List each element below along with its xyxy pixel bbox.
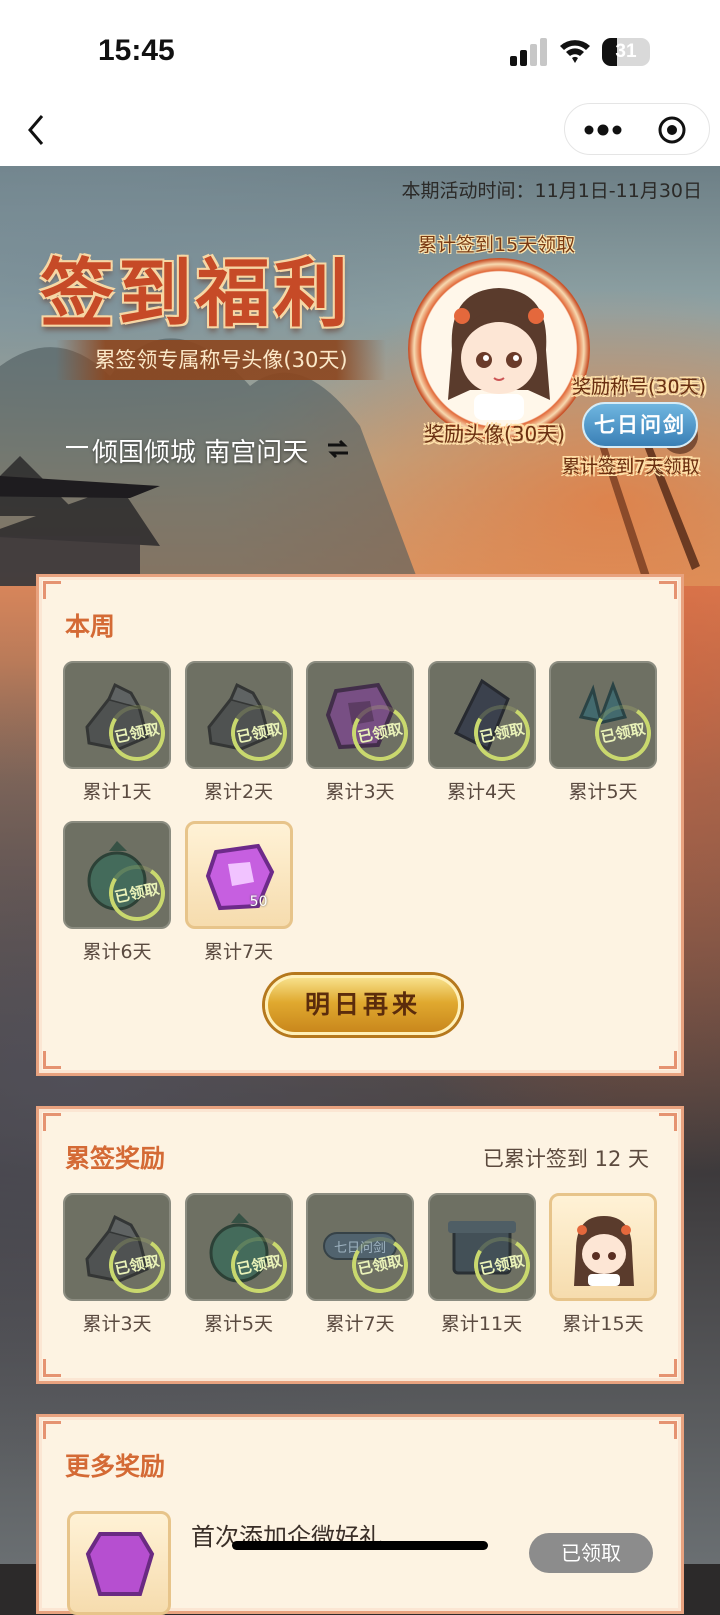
reward-label: 累计1天 — [82, 781, 152, 803]
more-icon[interactable] — [583, 118, 623, 142]
wifi-icon — [560, 40, 590, 63]
reward-tile: 已领取 — [184, 661, 293, 769]
reward-item[interactable]: 50 累计7天 — [184, 821, 293, 964]
reward-item[interactable]: 已领取累计3天 — [63, 1193, 171, 1336]
title-tag: 奖励称号(30天) — [572, 376, 707, 398]
card-corner — [659, 1113, 677, 1131]
home-indicator — [232, 1541, 488, 1550]
hero-subtitle: 累签领专属称号头像(30天) — [56, 340, 386, 380]
reward-tile — [549, 1193, 657, 1301]
reward-tile: 已领取 — [306, 661, 414, 769]
battery-icon: 31 — [602, 38, 650, 66]
card-corner — [659, 1051, 677, 1069]
hero-banner: 本期活动时间：11月1日-11月30日 签到福利 累签领专属称号头像(30天) … — [0, 166, 720, 586]
divider — [66, 446, 88, 448]
card-corner — [43, 581, 61, 599]
more-rewards-title: 更多奖励 — [65, 1452, 166, 1481]
reward-item[interactable]: 已领取累计3天 — [306, 661, 414, 804]
reward-label: 累计3天 — [82, 1313, 152, 1335]
reward-label: 累计6天 — [82, 941, 152, 963]
avatar-caption: 累计签到15天领取 — [418, 234, 576, 256]
reward-item[interactable]: 已领取累计11天 — [427, 1193, 536, 1336]
card-corner — [43, 1421, 61, 1439]
hero-title: 签到福利 — [40, 251, 352, 337]
swap-icon[interactable] — [326, 438, 350, 460]
reward-item[interactable]: 累计15天 — [549, 1193, 657, 1336]
reward-tile: 50 — [184, 821, 293, 929]
reward-item[interactable]: 已领取累计5天 — [549, 661, 657, 804]
reward-tile: 已领取 — [427, 661, 536, 769]
reward-label: 累计4天 — [446, 781, 517, 803]
reward-tile: 已领取 — [549, 661, 657, 769]
reward-label: 累计7天 — [203, 941, 274, 963]
reward-label: 累计15天 — [562, 1313, 644, 1335]
reward-item[interactable]: 已领取累计2天 — [184, 661, 293, 804]
activity-period: 本期活动时间：11月1日-11月30日 — [401, 180, 702, 202]
signin-count: 已累计签到 12 天 — [482, 1147, 649, 1171]
avatar-tag: 奖励头像(30天) — [424, 422, 566, 446]
reward-avatar[interactable] — [408, 258, 590, 440]
weekly-card: 本周 已领取 累计1天 已领取 累计2天 已领取 累计3天 已领取 累计4天 已领取 累计5天 已领… — [36, 574, 684, 1076]
battery-text: 31 — [615, 41, 637, 62]
avatar-icon — [574, 1216, 634, 1286]
title-caption: 累计签到7天领取 — [562, 457, 700, 478]
card-corner — [659, 1359, 677, 1377]
purple-jade-icon — [85, 1532, 155, 1596]
card-corner — [43, 1113, 61, 1131]
card-corner — [43, 1359, 61, 1377]
title-badge[interactable]: 七日问剑 — [582, 402, 698, 448]
signal-icon — [510, 38, 547, 66]
reward-label: 累计3天 — [325, 781, 395, 803]
mini-program-capsule — [564, 103, 710, 155]
back-icon[interactable] — [22, 110, 52, 150]
item-quantity: 50 — [249, 894, 268, 910]
cumulative-card: 累签奖励 已累计签到 12 天 已领取 累计3天 已领取 累计5天 七日问剑 已领取 累计7… — [36, 1106, 684, 1384]
reward-item[interactable]: 七日问剑 已领取累计7天 — [306, 1193, 414, 1336]
wecom-gift-tile — [67, 1511, 171, 1615]
weekly-title: 本周 — [65, 612, 116, 641]
character-names: 倾国倾城 南宫问天 — [92, 438, 309, 468]
reward-label: 累计2天 — [203, 781, 274, 803]
reward-tile: 已领取 — [427, 1193, 536, 1301]
reward-tile: 七日问剑 已领取 — [306, 1193, 414, 1301]
card-corner — [659, 581, 677, 599]
reward-tile: 已领取 — [184, 1193, 293, 1301]
reward-tile: 已领取 — [63, 821, 171, 929]
card-corner — [659, 1421, 677, 1439]
reward-item[interactable]: 已领取累计1天 — [63, 661, 171, 804]
avatar-icon — [448, 288, 550, 420]
card-corner — [43, 1051, 61, 1069]
reward-label: 累计5天 — [568, 781, 638, 803]
status-time: 15:45 — [98, 34, 175, 67]
come-back-tomorrow-button[interactable]: 明日再来 — [265, 975, 461, 1035]
more-rewards-card: 更多奖励 首次添加企微好礼 已领取 — [36, 1414, 684, 1615]
reward-tile: 已领取 — [63, 1193, 171, 1301]
close-miniprogram-icon[interactable] — [657, 115, 687, 145]
wecom-gift-claimed-button[interactable]: 已领取 — [529, 1533, 653, 1573]
reward-label: 累计5天 — [203, 1313, 274, 1335]
reward-tile: 已领取 — [63, 661, 171, 769]
reward-item[interactable]: 已领取累计4天 — [427, 661, 536, 804]
cumulative-title: 累签奖励 — [65, 1144, 166, 1173]
reward-item[interactable]: 已领取累计6天 — [63, 821, 171, 964]
status-bar: 15:45 31 — [0, 0, 720, 100]
reward-label: 累计11天 — [440, 1313, 523, 1335]
reward-item[interactable]: 已领取累计5天 — [184, 1193, 293, 1336]
nav-bar — [0, 100, 720, 166]
reward-label: 累计7天 — [325, 1313, 395, 1335]
